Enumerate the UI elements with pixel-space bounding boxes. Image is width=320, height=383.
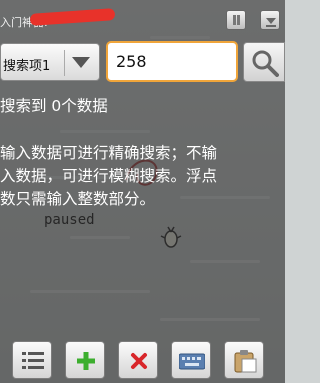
search-item-dropdown[interactable]: 搜索项1 [0, 43, 100, 81]
list-icon [22, 352, 44, 369]
help-text: 输入数据可进行精确搜索；不输 入数据，可进行模糊搜索。浮点 数只需输入整数部分。 [0, 142, 300, 211]
add-button[interactable] [65, 341, 105, 379]
help-line: 输入数据可进行精确搜索；不输 [0, 144, 218, 162]
delete-button[interactable] [118, 341, 158, 379]
plus-icon [77, 352, 95, 370]
search-value-input[interactable] [106, 41, 238, 82]
redaction-mark [29, 8, 116, 26]
dropdown-divider [64, 50, 65, 76]
search-icon [252, 50, 279, 77]
minimize-icon [266, 18, 276, 27]
title-bar: 入门神器: [0, 0, 285, 36]
dropdown-label: 搜索项1 [3, 59, 51, 74]
pause-button[interactable] [226, 10, 246, 30]
help-line: 入数据，可进行模糊搜索。浮点 [0, 167, 218, 185]
keyboard-icon [179, 353, 205, 370]
list-button[interactable] [12, 341, 52, 379]
close-icon [131, 353, 147, 369]
chevron-down-icon [72, 57, 90, 68]
result-count-text: 搜索到 0个数据 [0, 97, 108, 115]
help-line: 数只需输入整数部分。 [0, 190, 156, 208]
keyboard-button[interactable] [171, 341, 211, 379]
clipboard-button[interactable] [224, 341, 264, 379]
clipboard-icon [234, 350, 257, 373]
search-button[interactable] [243, 42, 285, 82]
minimize-button[interactable] [260, 10, 280, 30]
